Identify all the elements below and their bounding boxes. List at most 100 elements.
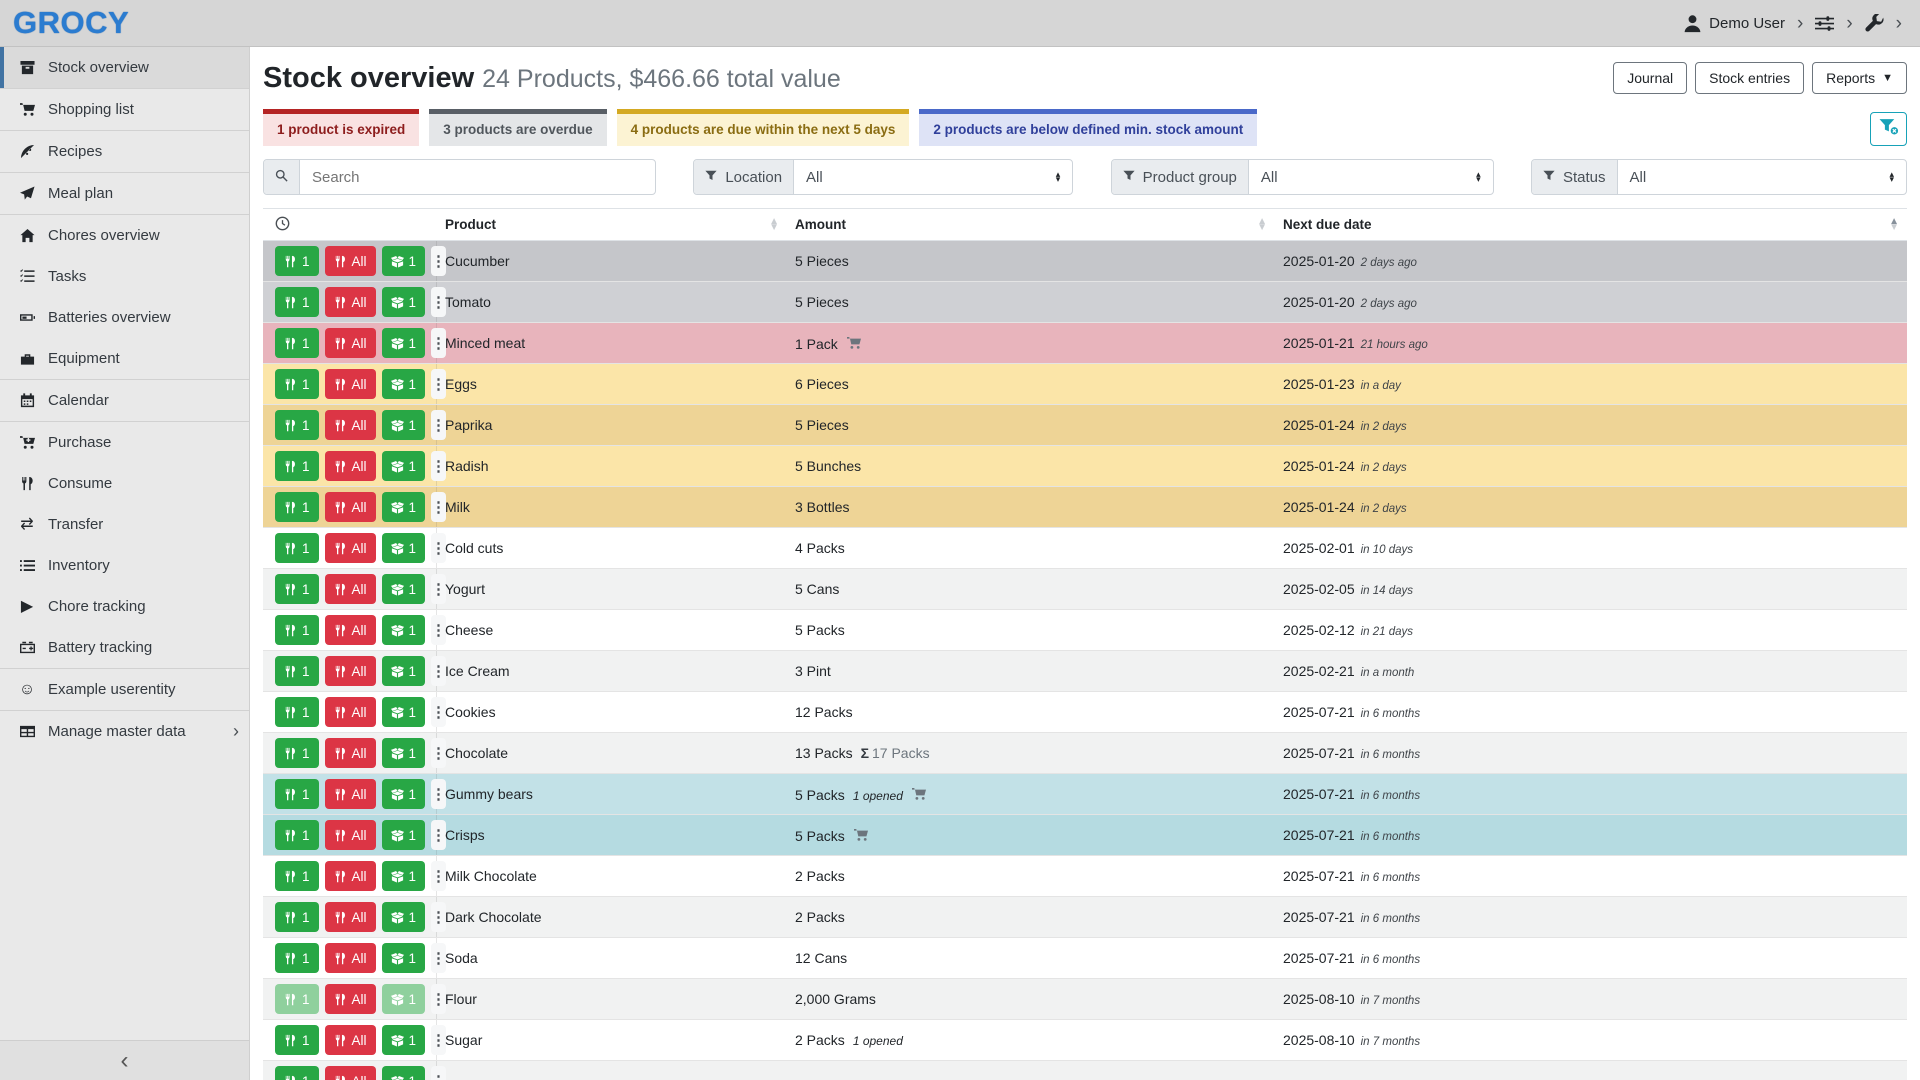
reports-dropdown-button[interactable]: Reports▼ bbox=[1812, 62, 1907, 94]
wrench-icon[interactable] bbox=[1865, 14, 1884, 33]
consume-all-button[interactable]: All bbox=[325, 410, 376, 440]
product-name[interactable]: Milk bbox=[437, 499, 787, 515]
product-name[interactable]: Milk Chocolate bbox=[437, 868, 787, 884]
consume-one-button[interactable]: 1 bbox=[275, 861, 319, 891]
open-one-button[interactable]: 1 bbox=[382, 492, 426, 522]
product-name[interactable]: Ice Cream bbox=[437, 663, 787, 679]
consume-one-button[interactable]: 1 bbox=[275, 328, 319, 358]
consume-one-button[interactable]: 1 bbox=[275, 697, 319, 727]
alert-due-soon[interactable]: 4 products are due within the next 5 day… bbox=[617, 109, 910, 146]
consume-one-button[interactable]: 1 bbox=[275, 1025, 319, 1055]
sidebar-item-purchase[interactable]: Purchase bbox=[0, 422, 249, 463]
sidebar-item-example-userentity[interactable]: ☺Example userentity bbox=[0, 669, 249, 710]
sidebar-item-manage-master-data[interactable]: Manage master data› bbox=[0, 711, 249, 752]
open-one-button[interactable]: 1 bbox=[382, 369, 426, 399]
column-header-product[interactable]: Product ▲▼ bbox=[437, 209, 787, 240]
clear-filter-button[interactable] bbox=[1870, 112, 1907, 146]
sidebar-item-consume[interactable]: Consume bbox=[0, 463, 249, 504]
consume-all-button[interactable]: All bbox=[325, 943, 376, 973]
user-menu[interactable]: Demo User bbox=[1683, 14, 1785, 33]
product-name[interactable]: Chocolate bbox=[437, 745, 787, 761]
product-group-select[interactable]: All▴▾ bbox=[1249, 160, 1493, 194]
open-one-button[interactable]: 1 bbox=[382, 943, 426, 973]
sidebar-item-calendar[interactable]: Calendar bbox=[0, 380, 249, 421]
consume-all-button[interactable]: All bbox=[325, 861, 376, 891]
consume-one-button[interactable]: 1 bbox=[275, 1066, 319, 1080]
sidebar-item-tasks[interactable]: Tasks bbox=[0, 256, 249, 297]
open-one-button[interactable]: 1 bbox=[382, 779, 426, 809]
sidebar-item-shopping-list[interactable]: Shopping list bbox=[0, 89, 249, 130]
chevron-right-icon[interactable]: › bbox=[1797, 14, 1803, 33]
consume-one-button[interactable]: 1 bbox=[275, 451, 319, 481]
open-one-button[interactable]: 1 bbox=[382, 533, 426, 563]
product-name[interactable]: Dark Chocolate bbox=[437, 909, 787, 925]
open-one-button[interactable]: 1 bbox=[382, 287, 426, 317]
consume-one-button[interactable]: 1 bbox=[275, 246, 319, 276]
open-one-button[interactable]: 1 bbox=[382, 615, 426, 645]
sidebar-item-meal-plan[interactable]: Meal plan bbox=[0, 173, 249, 214]
consume-all-button[interactable]: All bbox=[325, 779, 376, 809]
chevron-right-icon[interactable]: › bbox=[1846, 14, 1852, 33]
open-one-button[interactable]: 1 bbox=[382, 574, 426, 604]
open-one-button[interactable]: 1 bbox=[382, 902, 426, 932]
alert-overdue[interactable]: 3 products are overdue bbox=[429, 109, 606, 146]
open-one-button[interactable]: 1 bbox=[382, 1066, 426, 1080]
sidebar-item-transfer[interactable]: ⇄Transfer bbox=[0, 504, 249, 545]
consume-one-button[interactable]: 1 bbox=[275, 492, 319, 522]
consume-all-button[interactable]: All bbox=[325, 902, 376, 932]
consume-one-button[interactable]: 1 bbox=[275, 287, 319, 317]
consume-one-button[interactable]: 1 bbox=[275, 820, 319, 850]
product-name[interactable]: Cookies bbox=[437, 704, 787, 720]
product-name[interactable]: Paprika bbox=[437, 417, 787, 433]
consume-one-button[interactable]: 1 bbox=[275, 574, 319, 604]
product-name[interactable]: Flour bbox=[437, 991, 787, 1007]
consume-all-button[interactable]: All bbox=[325, 328, 376, 358]
consume-one-button[interactable]: 1 bbox=[275, 410, 319, 440]
consume-all-button[interactable]: All bbox=[325, 820, 376, 850]
product-name[interactable]: Minced meat bbox=[437, 335, 787, 351]
consume-all-button[interactable]: All bbox=[325, 656, 376, 686]
consume-one-button[interactable]: 1 bbox=[275, 738, 319, 768]
product-name[interactable]: Cucumber bbox=[437, 253, 787, 269]
product-name[interactable]: Tomato bbox=[437, 294, 787, 310]
product-name[interactable]: Radish bbox=[437, 458, 787, 474]
consume-one-button[interactable]: 1 bbox=[275, 984, 319, 1014]
product-name[interactable]: Cold cuts bbox=[437, 540, 787, 556]
sidebar-collapse-button[interactable]: ‹ bbox=[0, 1040, 249, 1080]
product-name[interactable]: Sugar bbox=[437, 1032, 787, 1048]
journal-button[interactable]: Journal bbox=[1613, 62, 1687, 94]
product-name[interactable]: Yogurt bbox=[437, 581, 787, 597]
product-name[interactable]: Gummy bears bbox=[437, 786, 787, 802]
sidebar-item-chores-overview[interactable]: Chores overview bbox=[0, 215, 249, 256]
status-select[interactable]: All▴▾ bbox=[1618, 160, 1906, 194]
product-name[interactable]: Eggs bbox=[437, 376, 787, 392]
open-one-button[interactable]: 1 bbox=[382, 697, 426, 727]
product-name[interactable]: Soda bbox=[437, 950, 787, 966]
consume-all-button[interactable]: All bbox=[325, 369, 376, 399]
stock-entries-button[interactable]: Stock entries bbox=[1695, 62, 1804, 94]
open-one-button[interactable]: 1 bbox=[382, 984, 426, 1014]
consume-all-button[interactable]: All bbox=[325, 697, 376, 727]
open-one-button[interactable]: 1 bbox=[382, 861, 426, 891]
product-name[interactable]: Crisps bbox=[437, 827, 787, 843]
consume-one-button[interactable]: 1 bbox=[275, 943, 319, 973]
consume-all-button[interactable]: All bbox=[325, 738, 376, 768]
row-menu-button[interactable]: ⋮ bbox=[431, 1066, 446, 1080]
chevron-right-icon[interactable]: › bbox=[1896, 14, 1902, 33]
search-input[interactable] bbox=[300, 160, 655, 194]
consume-all-button[interactable]: All bbox=[325, 451, 376, 481]
open-one-button[interactable]: 1 bbox=[382, 451, 426, 481]
alert-expired[interactable]: 1 product is expired bbox=[263, 109, 419, 146]
open-one-button[interactable]: 1 bbox=[382, 328, 426, 358]
open-one-button[interactable]: 1 bbox=[382, 1025, 426, 1055]
consume-all-button[interactable]: All bbox=[325, 246, 376, 276]
sidebar-item-chore-tracking[interactable]: ▶Chore tracking bbox=[0, 586, 249, 627]
open-one-button[interactable]: 1 bbox=[382, 410, 426, 440]
consume-all-button[interactable]: All bbox=[325, 574, 376, 604]
consume-all-button[interactable]: All bbox=[325, 492, 376, 522]
consume-one-button[interactable]: 1 bbox=[275, 615, 319, 645]
open-one-button[interactable]: 1 bbox=[382, 738, 426, 768]
consume-all-button[interactable]: All bbox=[325, 533, 376, 563]
column-header-due-date[interactable]: Next due date ▲▼ bbox=[1275, 209, 1907, 240]
sidebar-item-batteries-overview[interactable]: Batteries overview bbox=[0, 297, 249, 338]
